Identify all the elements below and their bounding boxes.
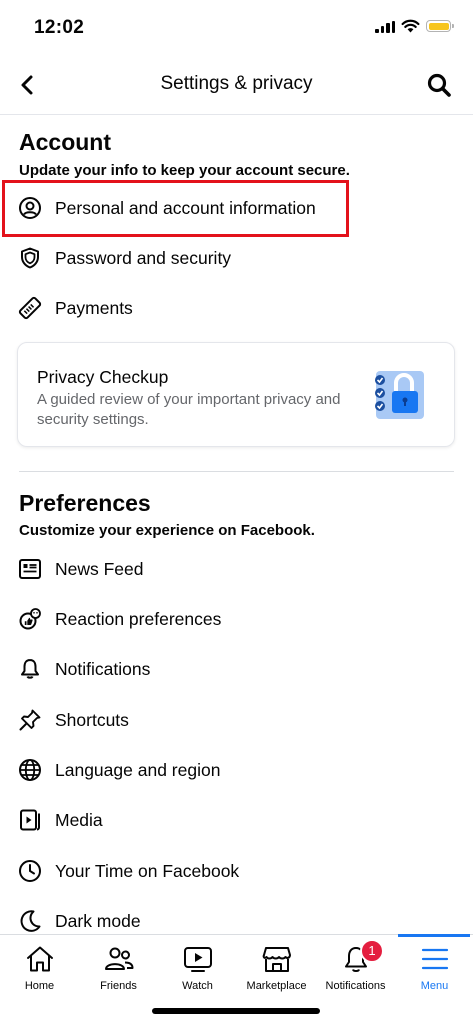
- menu-item-news-feed[interactable]: News Feed: [0, 545, 473, 593]
- notification-badge: 1: [360, 939, 384, 963]
- padlock-checklist-icon: [375, 371, 424, 419]
- tab-notifications[interactable]: 1 Notifications: [316, 935, 395, 1001]
- search-icon[interactable]: [425, 71, 453, 99]
- cellular-signal-icon: [375, 20, 395, 33]
- menu-item-media[interactable]: Media: [0, 796, 473, 844]
- menu-item-label: Your Time on Facebook: [55, 860, 240, 881]
- section-divider: [19, 471, 454, 472]
- bottom-tab-bar: Home Friends Watch Marketplace 1 Notific…: [0, 934, 473, 1001]
- shield-icon: [18, 246, 42, 270]
- tab-menu[interactable]: Menu: [395, 935, 473, 1001]
- tag-icon: [18, 296, 42, 320]
- menu-item-password-security[interactable]: Password and security: [0, 234, 473, 282]
- card-title: Privacy Checkup: [37, 367, 169, 387]
- media-icon: [18, 808, 42, 832]
- home-indicator: [152, 1008, 320, 1014]
- friends-icon: [104, 947, 133, 970]
- menu-item-label: Language and region: [55, 759, 221, 780]
- menu-item-label: Password and security: [55, 247, 232, 268]
- news-feed-icon: [18, 557, 42, 581]
- tab-marketplace[interactable]: Marketplace: [237, 935, 316, 1001]
- card-description: A guided review of your important privac…: [37, 391, 341, 428]
- status-bar: 12:02: [0, 0, 473, 56]
- menu-item-your-time[interactable]: Your Time on Facebook: [0, 847, 473, 895]
- globe-icon: [18, 758, 42, 782]
- page-title: Settings & privacy: [160, 73, 313, 94]
- pin-icon: [18, 708, 42, 732]
- tab-label: Friends: [100, 980, 137, 992]
- status-icons: [375, 19, 454, 33]
- account-section-title: Account: [19, 129, 111, 155]
- tab-label: Watch: [182, 980, 213, 992]
- menu-item-reaction-preferences[interactable]: Reaction preferences: [0, 595, 473, 643]
- menu-item-language-region[interactable]: Language and region: [0, 746, 473, 794]
- nav-bar: Settings & privacy: [0, 56, 473, 115]
- tab-friends[interactable]: Friends: [79, 935, 158, 1001]
- wifi-icon: [401, 19, 420, 33]
- tab-label: Notifications: [325, 980, 386, 992]
- clock-icon: [18, 859, 42, 883]
- tab-watch[interactable]: Watch: [158, 935, 237, 1001]
- tab-label: Home: [24, 980, 55, 992]
- menu-icon: [421, 948, 448, 970]
- menu-item-label: Notifications: [55, 658, 151, 679]
- highlight-box: [2, 180, 349, 237]
- home-icon: [26, 946, 53, 972]
- tab-label: Marketplace: [246, 980, 307, 992]
- menu-item-label: Dark mode: [55, 910, 141, 931]
- battery-icon: [426, 20, 454, 32]
- menu-item-label: Payments: [55, 297, 133, 318]
- menu-item-shortcuts[interactable]: Shortcuts: [0, 696, 473, 744]
- menu-item-label: Shortcuts: [55, 709, 129, 730]
- marketplace-icon: [262, 947, 291, 972]
- bell-icon: [18, 657, 42, 681]
- preferences-section-subtitle: Customize your experience on Facebook.: [19, 522, 315, 539]
- watch-icon: [183, 947, 212, 972]
- menu-item-label: News Feed: [55, 558, 144, 579]
- reaction-icon: [18, 607, 42, 631]
- menu-item-payments[interactable]: Payments: [0, 284, 473, 332]
- preferences-section-title: Preferences: [19, 490, 151, 516]
- tab-home[interactable]: Home: [0, 935, 79, 1001]
- menu-item-label: Media: [55, 809, 103, 830]
- moon-icon: [18, 909, 42, 933]
- privacy-checkup-card[interactable]: Privacy Checkup A guided review of your …: [17, 342, 455, 447]
- tab-label: Menu: [420, 980, 449, 992]
- status-time: 12:02: [34, 17, 85, 38]
- menu-item-notifications[interactable]: Notifications: [0, 645, 473, 693]
- account-section-subtitle: Update your info to keep your account se…: [19, 162, 350, 179]
- menu-item-label: Reaction preferences: [55, 608, 222, 629]
